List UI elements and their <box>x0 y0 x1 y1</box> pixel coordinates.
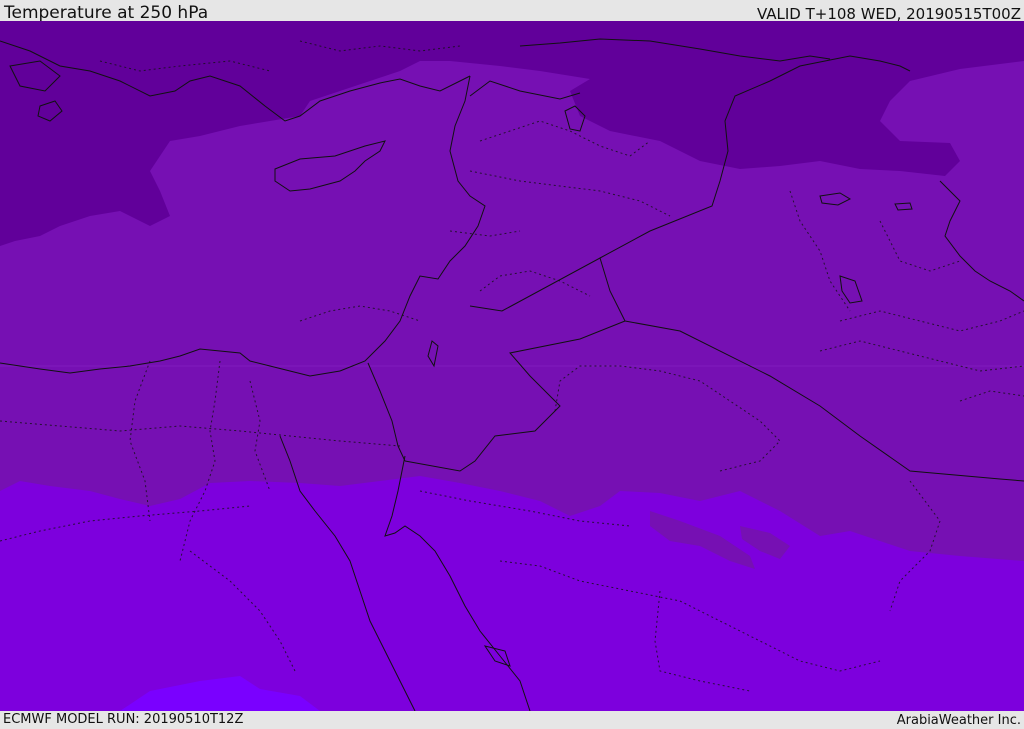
credit-label: ArabiaWeather Inc. <box>896 713 1021 728</box>
header-bar: Temperature at 250 hPa VALID T+108 WED, … <box>0 0 1024 23</box>
model-run-label: ECMWF MODEL RUN: 20190510T12Z <box>3 712 244 727</box>
weather-map[interactable] <box>0 21 1024 711</box>
footer-bar: ECMWF MODEL RUN: 20190510T12Z ArabiaWeat… <box>0 711 1024 729</box>
map-svg <box>0 21 1024 711</box>
